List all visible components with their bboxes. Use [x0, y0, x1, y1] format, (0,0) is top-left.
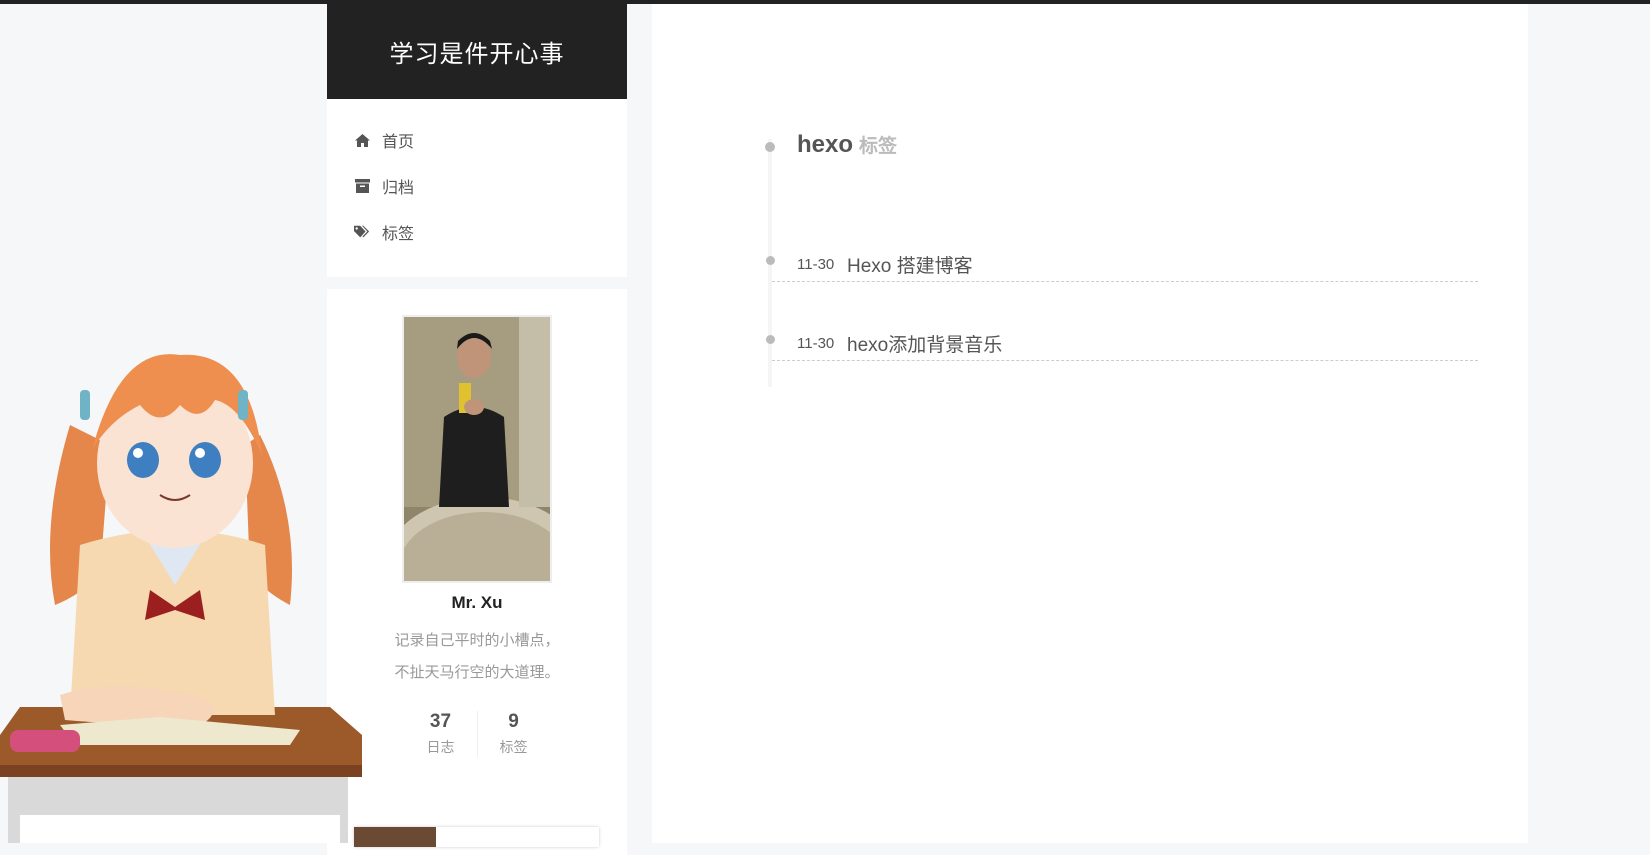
menu-item-label: 标签 [382, 226, 415, 243]
post-title-link[interactable]: Hexo 搭建博客 [847, 251, 973, 278]
stat-posts[interactable]: 37 日志 [405, 711, 477, 757]
tag-name: hexo [797, 131, 854, 158]
home-icon [354, 132, 370, 148]
post-title-link[interactable]: hexo添加背景音乐 [847, 330, 1002, 357]
post-date: 11-30 [797, 335, 835, 352]
album-cover [354, 827, 436, 847]
menu-item-label: 首页 [382, 134, 415, 151]
live2d-mascot[interactable] [0, 345, 362, 843]
menu-item-home[interactable]: 首页 [327, 117, 627, 163]
site-stats: 37 日志 9 标签 [327, 711, 627, 757]
stat-tags[interactable]: 9 标签 [476, 711, 550, 757]
tag-heading: hexo 标签 [797, 131, 897, 159]
menu-item-tags[interactable]: 标签 [327, 209, 627, 255]
sidebar: 学习是件开心事 首页 归档 标签 Mr. Xu 记录自己平时的小槽点， 不扯天马… [327, 4, 627, 855]
menu-item-archive[interactable]: 归档 [327, 163, 627, 209]
description-line: 记录自己平时的小槽点， [394, 632, 560, 649]
main-content: hexo 标签 11-30 Hexo 搭建博客 11-30 hexo添加背景音乐 [652, 4, 1528, 843]
site-title[interactable]: 学习是件开心事 [327, 4, 627, 99]
stat-count: 9 [508, 711, 519, 732]
author-description: 记录自己平时的小槽点， 不扯天马行空的大道理。 [327, 625, 627, 689]
avatar [402, 315, 552, 583]
stat-count: 37 [429, 711, 452, 732]
nav-menu: 首页 归档 标签 [327, 99, 627, 277]
tag-suffix: 标签 [859, 136, 898, 157]
tags-icon [354, 224, 370, 240]
profile-card: Mr. Xu 记录自己平时的小槽点， 不扯天马行空的大道理。 37 日志 9 标… [327, 289, 627, 855]
author-name: Mr. Xu [451, 593, 503, 612]
post-date: 11-30 [797, 256, 835, 273]
description-line: 不扯天马行空的大道理。 [394, 664, 560, 681]
archive-icon [354, 178, 370, 194]
post-item: 11-30 hexo添加背景音乐 [772, 327, 1478, 361]
menu-item-label: 归档 [382, 180, 415, 197]
music-player-card[interactable] [354, 827, 599, 847]
stat-label: 标签 [499, 739, 528, 755]
sidebar-gap [327, 277, 627, 289]
stat-label: 日志 [426, 739, 455, 755]
post-item: 11-30 Hexo 搭建博客 [772, 248, 1478, 282]
timeline-dot [765, 142, 775, 152]
